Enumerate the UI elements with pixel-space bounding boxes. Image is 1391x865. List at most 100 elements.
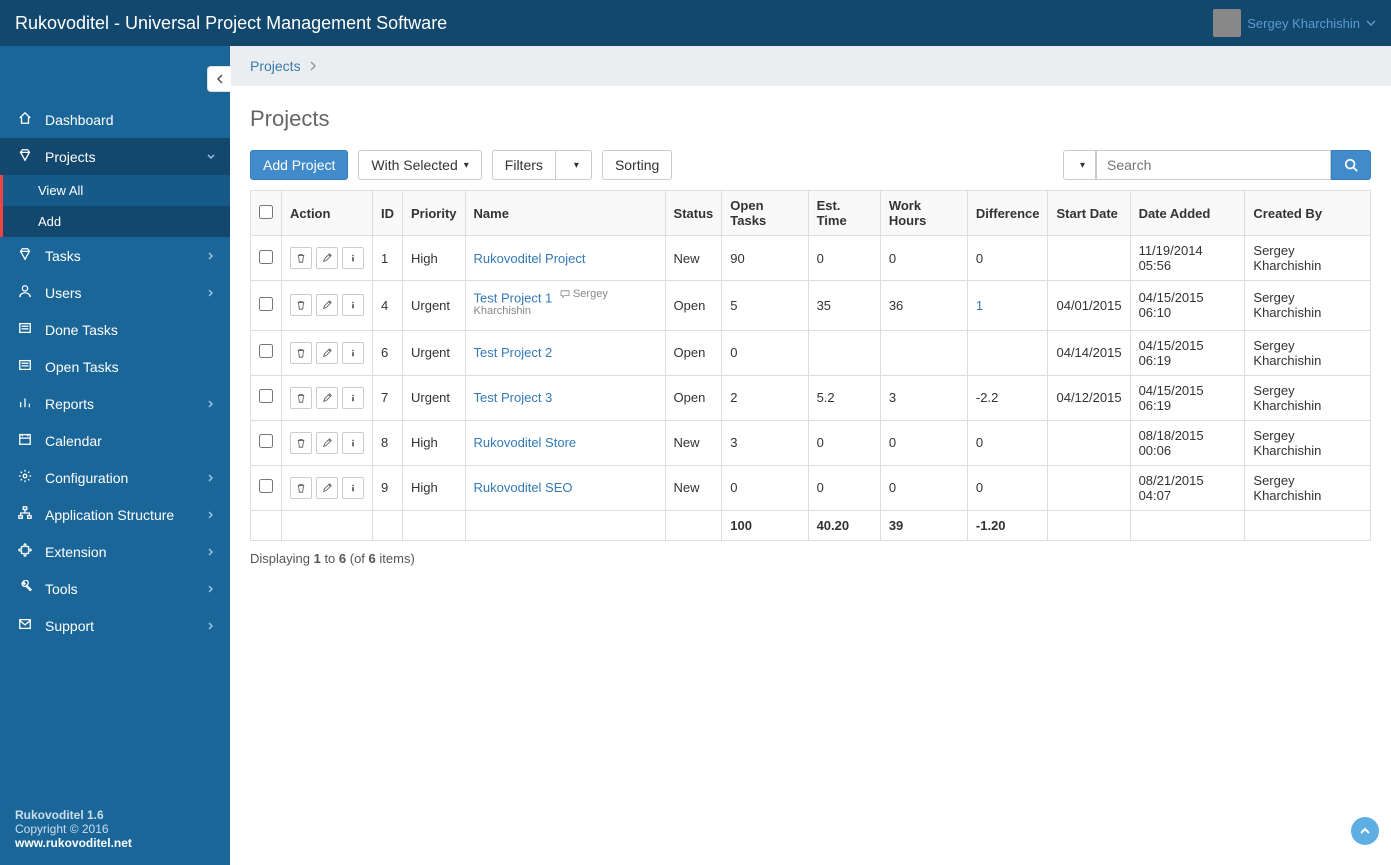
sidebar-item-label: Extension [45, 544, 106, 560]
chevron-down-icon [207, 150, 215, 164]
info-icon[interactable] [342, 432, 364, 454]
edit-icon[interactable] [316, 294, 338, 316]
edit-icon[interactable] [316, 247, 338, 269]
sidebar-footer: Rukovoditel 1.6 Copyright © 2016 www.ruk… [0, 793, 230, 865]
edit-icon[interactable] [316, 477, 338, 499]
gear-icon [15, 469, 35, 486]
col-id[interactable]: ID [373, 191, 403, 236]
sidebar-item-open-tasks[interactable]: Open Tasks [0, 348, 230, 385]
col-open-tasks[interactable]: Open Tasks [722, 191, 808, 236]
project-link[interactable]: Test Project 1 [474, 290, 553, 305]
sidebar-item-tools[interactable]: Tools [0, 570, 230, 607]
sidebar-subitem-add[interactable]: Add [3, 206, 230, 237]
footer-copyright: Copyright © 2016 [15, 822, 109, 836]
cell-created-by: Sergey Kharchishin [1245, 375, 1371, 420]
project-link[interactable]: Rukovoditel Project [474, 251, 586, 266]
add-project-button[interactable]: Add Project [250, 150, 348, 180]
chevron-right-icon [207, 397, 215, 411]
delete-icon[interactable] [290, 342, 312, 364]
row-checkbox[interactable] [259, 389, 273, 403]
cell-date-added: 08/18/2015 00:06 [1130, 420, 1245, 465]
sorting-button[interactable]: Sorting [602, 150, 672, 180]
sidebar-item-support[interactable]: Support [0, 607, 230, 644]
col-created-by[interactable]: Created By [1245, 191, 1371, 236]
col-work-hours[interactable]: Work Hours [880, 191, 967, 236]
row-checkbox[interactable] [259, 250, 273, 264]
col-name[interactable]: Name [465, 191, 665, 236]
row-checkbox[interactable] [259, 344, 273, 358]
avatar [1213, 9, 1241, 37]
cell-action [282, 420, 373, 465]
col-difference[interactable]: Difference [967, 191, 1048, 236]
row-checkbox[interactable] [259, 479, 273, 493]
project-link[interactable]: Rukovoditel SEO [474, 480, 573, 495]
cell-priority: Urgent [403, 330, 466, 375]
cell-status: Open [665, 281, 722, 331]
sidebar-item-calendar[interactable]: Calendar [0, 422, 230, 459]
search-scope-dropdown[interactable]: ▾ [1063, 150, 1096, 180]
col-priority[interactable]: Priority [403, 191, 466, 236]
sidebar-item-done-tasks[interactable]: Done Tasks [0, 311, 230, 348]
delete-icon[interactable] [290, 477, 312, 499]
col-start-date[interactable]: Start Date [1048, 191, 1130, 236]
delete-icon[interactable] [290, 432, 312, 454]
info-icon[interactable] [342, 387, 364, 409]
info-icon[interactable] [342, 294, 364, 316]
cell-difference [967, 330, 1048, 375]
search-input[interactable] [1096, 150, 1331, 180]
cell-work-hours: 0 [880, 420, 967, 465]
edit-icon[interactable] [316, 432, 338, 454]
cell-action [282, 281, 373, 331]
scroll-top-button[interactable] [1351, 817, 1379, 845]
home-icon [15, 111, 35, 128]
cell-difference: 0 [967, 420, 1048, 465]
col-action[interactable]: Action [282, 191, 373, 236]
project-link[interactable]: Rukovoditel Store [474, 435, 577, 450]
sidebar-item-label: Application Structure [45, 507, 174, 523]
sidebar-item-tasks[interactable]: Tasks [0, 237, 230, 274]
edit-icon[interactable] [316, 387, 338, 409]
filters-button[interactable]: Filters [492, 150, 556, 180]
cell-action [282, 330, 373, 375]
col-est-time[interactable]: Est. Time [808, 191, 880, 236]
search-button[interactable] [1331, 150, 1371, 180]
cell-work-hours: 0 [880, 236, 967, 281]
cell-difference: 0 [967, 236, 1048, 281]
sidebar-item-dashboard[interactable]: Dashboard [0, 101, 230, 138]
row-checkbox[interactable] [259, 297, 273, 311]
sidebar-item-projects[interactable]: Projects [0, 138, 230, 175]
footer-link[interactable]: www.rukovoditel.net [15, 836, 132, 850]
delete-icon[interactable] [290, 247, 312, 269]
project-link[interactable]: Test Project 3 [474, 390, 553, 405]
cell-work-hours: 36 [880, 281, 967, 331]
sidebar-subitem-view-all[interactable]: View All [3, 175, 230, 206]
sidebar-item-users[interactable]: Users [0, 274, 230, 311]
edit-icon[interactable] [316, 342, 338, 364]
delete-icon[interactable] [290, 387, 312, 409]
col-date-added[interactable]: Date Added [1130, 191, 1245, 236]
cell-name: Test Project 3 [465, 375, 665, 420]
user-menu[interactable]: Sergey Kharchishin [1213, 9, 1376, 37]
info-icon[interactable] [342, 477, 364, 499]
sidebar-item-label: Users [45, 285, 82, 301]
project-link[interactable]: Test Project 2 [474, 345, 553, 360]
col-status[interactable]: Status [665, 191, 722, 236]
difference-link[interactable]: 1 [976, 298, 983, 313]
user-name: Sergey Kharchishin [1247, 16, 1360, 31]
sidebar-item-configuration[interactable]: Configuration [0, 459, 230, 496]
sidebar-item-extension[interactable]: Extension [0, 533, 230, 570]
sidebar-item-label: Open Tasks [45, 359, 119, 375]
info-icon[interactable] [342, 247, 364, 269]
with-selected-button[interactable]: With Selected ▾ [358, 150, 481, 180]
breadcrumb-link[interactable]: Projects [250, 58, 301, 74]
sidebar-toggle[interactable] [207, 66, 231, 92]
cell-est-time [808, 330, 880, 375]
filters-dropdown[interactable]: ▾ [555, 150, 592, 180]
row-checkbox[interactable] [259, 434, 273, 448]
info-icon[interactable] [342, 342, 364, 364]
sidebar-item-reports[interactable]: Reports [0, 385, 230, 422]
delete-icon[interactable] [290, 294, 312, 316]
select-all-checkbox[interactable] [259, 205, 273, 219]
sidebar-item-application-structure[interactable]: Application Structure [0, 496, 230, 533]
chevron-down-icon: ▾ [574, 160, 579, 171]
